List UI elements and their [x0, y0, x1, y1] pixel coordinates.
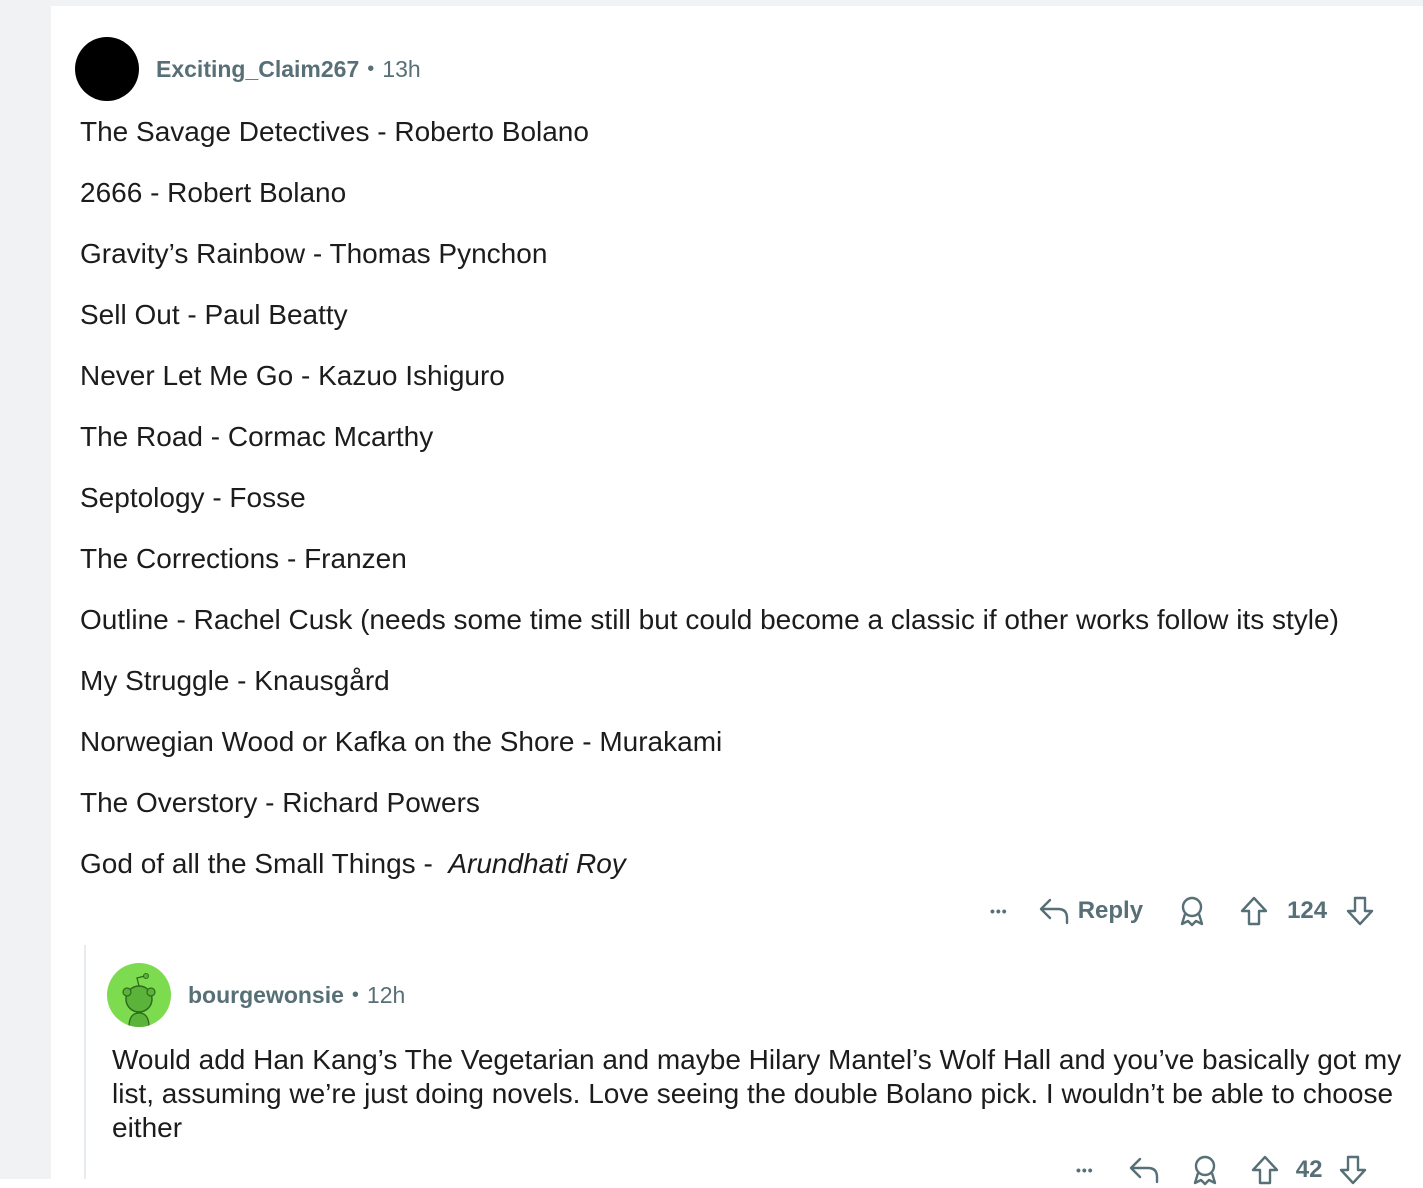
- avatar[interactable]: [107, 963, 171, 1027]
- reply-icon: [1129, 1157, 1158, 1184]
- reply-button[interactable]: [1128, 1155, 1160, 1185]
- timestamp[interactable]: 13h: [382, 56, 420, 83]
- snoo-avatar-icon: [122, 973, 156, 1027]
- award-button[interactable]: [1190, 1154, 1220, 1186]
- list-item: The Corrections - Franzen: [80, 543, 407, 574]
- upvote-button[interactable]: [1250, 1154, 1280, 1186]
- username[interactable]: bourgewonsie: [188, 982, 344, 1009]
- comment-meta: bourgewonsie • 12h: [107, 963, 1407, 1027]
- comment-meta: Exciting_Claim267 • 13h: [75, 37, 1415, 101]
- list-item: 2666 - Robert Bolano: [80, 177, 347, 208]
- list-item: Sell Out - Paul Beatty: [80, 299, 348, 330]
- meta-separator: •: [367, 57, 375, 80]
- downvote-button[interactable]: [1338, 1154, 1368, 1186]
- more-options-button[interactable]: •••: [1076, 1162, 1094, 1178]
- timestamp[interactable]: 12h: [367, 982, 405, 1009]
- downvote-icon: [1346, 896, 1374, 926]
- vote-count: 42: [1295, 1156, 1323, 1183]
- list-item: The Overstory - Richard Powers: [80, 787, 480, 818]
- list-item: Norwegian Wood or Kafka on the Shore - M…: [80, 726, 723, 757]
- list-item: The Road - Cormac Mcarthy: [80, 421, 434, 452]
- reply-button[interactable]: Reply: [1038, 896, 1143, 926]
- award-icon: [1193, 1155, 1216, 1186]
- comment-actions: ••• Reply 124: [990, 893, 1375, 929]
- list-item: My Struggle - Knausgård: [80, 665, 390, 696]
- reply-icon: [1039, 898, 1068, 925]
- thread-line[interactable]: [84, 945, 86, 1179]
- upvote-icon: [1240, 896, 1268, 926]
- vote-count: 124: [1287, 897, 1328, 924]
- award-button[interactable]: [1177, 895, 1207, 927]
- book-list: The Savage Detectives - Roberto Bolano 2…: [80, 115, 1339, 908]
- list-item: Septology - Fosse: [80, 482, 306, 513]
- left-gutter: [0, 0, 51, 1179]
- list-item: The Savage Detectives - Roberto Bolano: [80, 116, 589, 147]
- username[interactable]: Exciting_Claim267: [156, 56, 359, 83]
- comment-body: Would add Han Kang’s The Vegetarian and …: [112, 1044, 1402, 1143]
- list-item: Gravity’s Rainbow - Thomas Pynchon: [80, 238, 548, 269]
- list-item: Outline - Rachel Cusk (needs some time s…: [80, 604, 1339, 635]
- meta-separator: •: [351, 983, 359, 1006]
- comment-actions: ••• 42: [1076, 1152, 1368, 1188]
- upvote-icon: [1251, 1155, 1278, 1185]
- upvote-button[interactable]: [1239, 895, 1269, 927]
- comment-exciting-claim267: Exciting_Claim267 • 13h The Savage Detec…: [75, 37, 1415, 879]
- award-icon: [1180, 896, 1204, 927]
- downvote-button[interactable]: [1345, 895, 1375, 927]
- comment-bourgewonsie: bourgewonsie • 12h: [107, 963, 1407, 1027]
- list-item: Never Let Me Go - Kazuo Ishiguro: [80, 360, 505, 391]
- top-gap: [51, 6, 1423, 21]
- downvote-icon: [1340, 1155, 1367, 1185]
- avatar[interactable]: [75, 37, 139, 101]
- more-options-button[interactable]: •••: [990, 903, 1008, 919]
